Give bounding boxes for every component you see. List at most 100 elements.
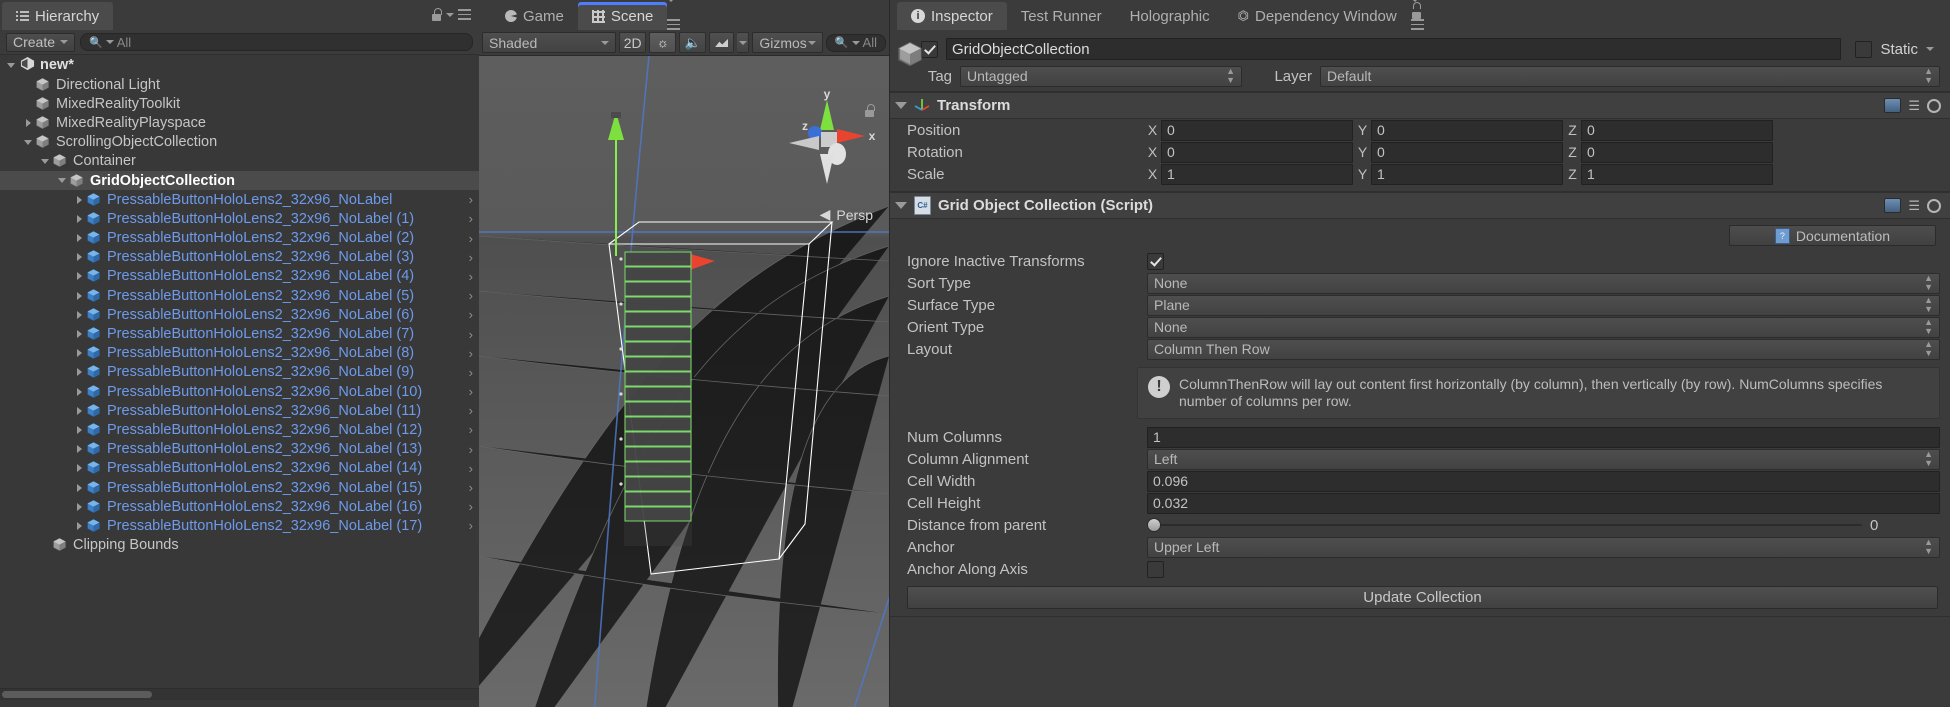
- prefab-open-chevron-icon[interactable]: ›: [469, 307, 473, 322]
- hierarchy-item-2[interactable]: MixedRealityPlayspace: [0, 113, 479, 132]
- prefab-open-chevron-icon[interactable]: ›: [469, 403, 473, 418]
- tab-test-runner[interactable]: Test Runner: [1006, 2, 1116, 30]
- prefab-open-chevron-icon[interactable]: ›: [469, 461, 473, 476]
- expand-arrow-icon[interactable]: [21, 118, 35, 127]
- draw-mode-dropdown[interactable]: Shaded: [482, 32, 616, 53]
- expand-arrow-icon[interactable]: [72, 330, 86, 339]
- hierarchy-item-0[interactable]: Directional Light: [0, 75, 479, 94]
- hierarchy-item-9[interactable]: PressableButtonHoloLens2_32x96_NoLabel (…: [0, 248, 479, 267]
- expand-arrow-icon[interactable]: [72, 272, 86, 281]
- hierarchy-item-1[interactable]: MixedRealityToolkit: [0, 94, 479, 113]
- prefab-open-chevron-icon[interactable]: ›: [469, 480, 473, 495]
- expand-arrow-icon[interactable]: [55, 178, 69, 184]
- expand-arrow-icon[interactable]: [72, 291, 86, 300]
- tab-dependency-window[interactable]: ⏣ Dependency Window: [1223, 2, 1411, 30]
- expand-arrow-icon[interactable]: [72, 406, 86, 415]
- expand-arrow-icon[interactable]: [72, 368, 86, 377]
- transform-scale-y-field[interactable]: 1: [1371, 163, 1563, 185]
- expand-arrow-icon[interactable]: [72, 234, 86, 243]
- cell-width-field[interactable]: 0.096: [1147, 470, 1940, 492]
- anchor-along-axis-checkbox[interactable]: [1147, 560, 1164, 578]
- hierarchy-item-19[interactable]: PressableButtonHoloLens2_32x96_NoLabel (…: [0, 440, 479, 459]
- create-button[interactable]: Create: [6, 32, 76, 52]
- collapse-arrow-icon[interactable]: [895, 102, 907, 109]
- static-checkbox[interactable]: [1855, 40, 1873, 58]
- prefab-open-chevron-icon[interactable]: ›: [469, 327, 473, 342]
- expand-arrow-icon[interactable]: [72, 464, 86, 473]
- transform-rotation-y-field[interactable]: 0: [1371, 141, 1563, 163]
- hierarchy-item-3[interactable]: ScrollingObjectCollection: [0, 133, 479, 152]
- scene-fx-dropdown[interactable]: [737, 32, 750, 53]
- column-alignment-dropdown[interactable]: Left ▲ ▼: [1147, 448, 1940, 470]
- toggle-2d-button[interactable]: 2D: [618, 32, 647, 53]
- sort-type-dropdown[interactable]: None ▲ ▼: [1147, 272, 1940, 294]
- transform-rotation-z-field[interactable]: 0: [1581, 141, 1773, 163]
- transform-scale-x-field[interactable]: 1: [1161, 163, 1353, 185]
- documentation-button[interactable]: ? Documentation: [1729, 225, 1936, 246]
- tag-dropdown[interactable]: Untagged ▲ ▼: [960, 65, 1242, 87]
- chevron-down-icon[interactable]: [446, 12, 454, 17]
- gizmos-dropdown[interactable]: Gizmos: [752, 32, 823, 53]
- hierarchy-scene-root[interactable]: new*: [0, 55, 479, 75]
- expand-arrow-icon[interactable]: [72, 310, 86, 319]
- script-section-header[interactable]: C# Grid Object Collection (Script) ☰: [889, 192, 1950, 219]
- object-name-field[interactable]: GridObjectCollection: [946, 38, 1842, 60]
- chevron-down-icon[interactable]: [1926, 47, 1934, 51]
- lock-icon[interactable]: [431, 8, 442, 21]
- tab-game[interactable]: Game: [491, 2, 578, 30]
- ignore-inactive-checkbox[interactable]: [1147, 252, 1164, 270]
- prefab-open-chevron-icon[interactable]: ›: [469, 231, 473, 246]
- transform-section-header[interactable]: Transform ☰: [889, 92, 1950, 119]
- hierarchy-item-10[interactable]: PressableButtonHoloLens2_32x96_NoLabel (…: [0, 267, 479, 286]
- menu-icon[interactable]: [667, 19, 681, 30]
- prefab-open-chevron-icon[interactable]: ›: [469, 269, 473, 284]
- expand-arrow-icon[interactable]: [21, 139, 35, 145]
- expand-arrow-icon[interactable]: [72, 483, 86, 492]
- prefab-open-chevron-icon[interactable]: ›: [469, 365, 473, 380]
- hierarchy-item-6[interactable]: PressableButtonHoloLens2_32x96_NoLabel ›: [0, 190, 479, 209]
- expand-arrow-icon[interactable]: [72, 445, 86, 454]
- gear-icon[interactable]: [1927, 198, 1941, 213]
- hierarchy-item-8[interactable]: PressableButtonHoloLens2_32x96_NoLabel (…: [0, 229, 479, 248]
- expand-arrow-icon[interactable]: [72, 214, 86, 223]
- prefab-open-chevron-icon[interactable]: ›: [469, 422, 473, 437]
- hierarchy-item-16[interactable]: PressableButtonHoloLens2_32x96_NoLabel (…: [0, 382, 479, 401]
- hierarchy-item-4[interactable]: Container: [0, 152, 479, 171]
- expand-arrow-icon[interactable]: [38, 158, 52, 164]
- tab-scene[interactable]: Scene: [577, 2, 668, 30]
- hierarchy-item-14[interactable]: PressableButtonHoloLens2_32x96_NoLabel (…: [0, 344, 479, 363]
- hierarchy-item-13[interactable]: PressableButtonHoloLens2_32x96_NoLabel (…: [0, 324, 479, 343]
- scene-camera-mode[interactable]: ◀ Persp: [820, 206, 873, 223]
- help-icon[interactable]: ☰: [1908, 198, 1920, 214]
- hierarchy-item-7[interactable]: PressableButtonHoloLens2_32x96_NoLabel (…: [0, 209, 479, 228]
- gear-icon[interactable]: [1927, 98, 1941, 113]
- prefab-open-chevron-icon[interactable]: ›: [469, 442, 473, 457]
- tab-holographic[interactable]: Holographic: [1115, 2, 1224, 30]
- hierarchy-search-input[interactable]: 🔍 All: [80, 33, 473, 51]
- expand-arrow-icon[interactable]: [72, 387, 86, 396]
- chevron-down-icon[interactable]: [667, 0, 676, 19]
- prefab-open-chevron-icon[interactable]: ›: [469, 518, 473, 533]
- orient-type-dropdown[interactable]: None ▲ ▼: [1147, 316, 1940, 338]
- hierarchy-item-15[interactable]: PressableButtonHoloLens2_32x96_NoLabel (…: [0, 363, 479, 382]
- object-enabled-checkbox[interactable]: [921, 40, 938, 58]
- hierarchy-horizontal-scrollbar[interactable]: [0, 688, 479, 700]
- expand-arrow-icon[interactable]: [72, 253, 86, 262]
- help-icon[interactable]: ☰: [1908, 98, 1920, 114]
- transform-position-x-field[interactable]: 0: [1161, 119, 1353, 141]
- distance-from-parent-value[interactable]: 0: [1870, 517, 1950, 534]
- hierarchy-tree[interactable]: Directional Light MixedRealityToolkit Mixe…: [0, 75, 479, 688]
- tab-inspector[interactable]: i Inspector: [897, 2, 1007, 30]
- prefab-open-chevron-icon[interactable]: ›: [469, 288, 473, 303]
- transform-position-z-field[interactable]: 0: [1581, 119, 1773, 141]
- scene-lock-icon[interactable]: [864, 104, 875, 117]
- hierarchy-item-22[interactable]: PressableButtonHoloLens2_32x96_NoLabel (…: [0, 497, 479, 516]
- distance-from-parent-slider[interactable]: [1147, 516, 1862, 535]
- transform-scale-z-field[interactable]: 1: [1581, 163, 1773, 185]
- prefab-open-chevron-icon[interactable]: ›: [469, 499, 473, 514]
- update-collection-button[interactable]: Update Collection: [907, 586, 1938, 609]
- preset-icon[interactable]: [1884, 98, 1902, 113]
- hierarchy-item-18[interactable]: PressableButtonHoloLens2_32x96_NoLabel (…: [0, 420, 479, 439]
- prefab-open-chevron-icon[interactable]: ›: [469, 384, 473, 399]
- prefab-open-chevron-icon[interactable]: ›: [469, 250, 473, 265]
